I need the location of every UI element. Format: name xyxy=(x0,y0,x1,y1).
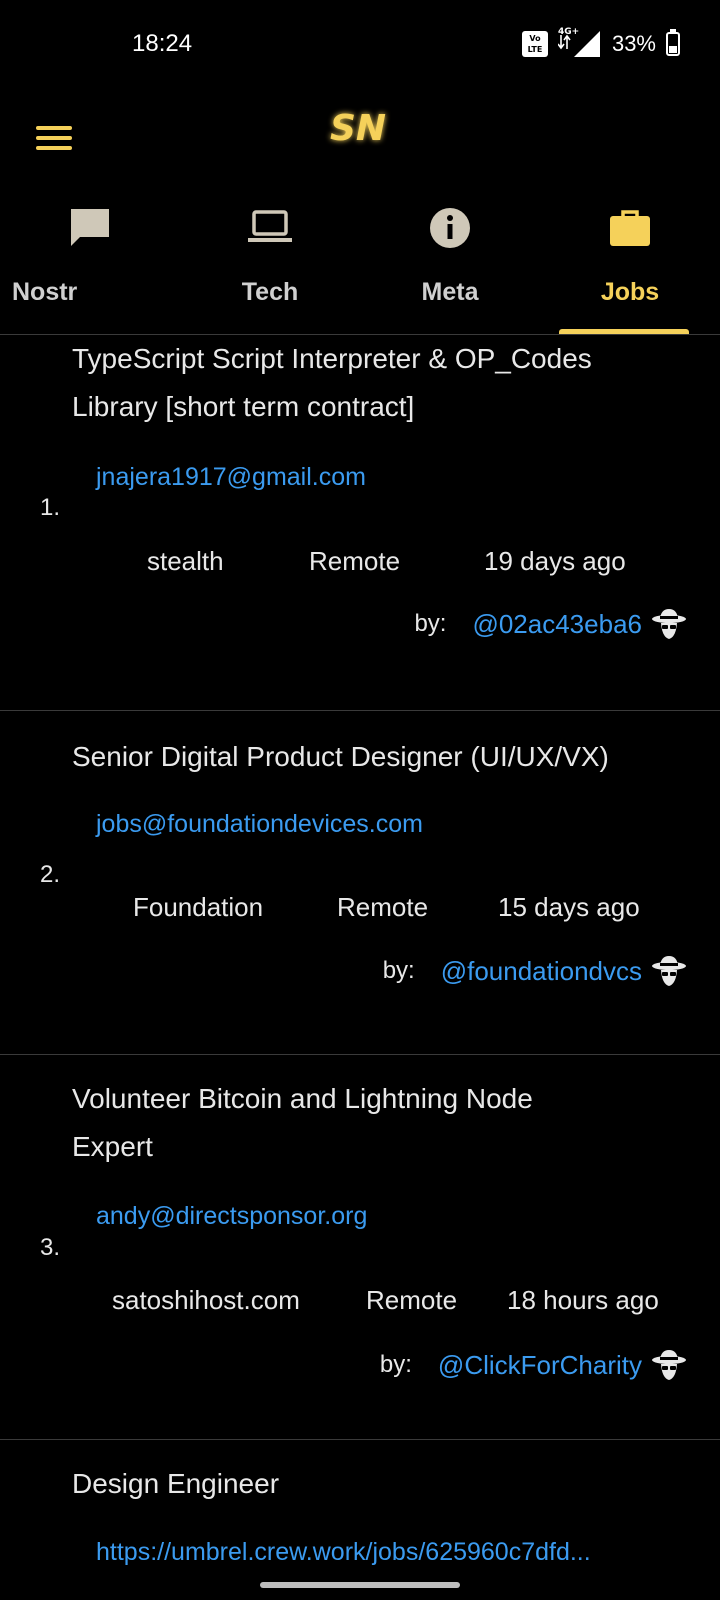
cowboy-hat-icon xyxy=(652,609,686,639)
volte-bottom-text: LTE xyxy=(527,45,543,54)
job-company: stealth xyxy=(147,546,224,576)
job-contact-link[interactable]: https://umbrel.crew.work/jobs/625960c7df… xyxy=(96,1538,591,1567)
tab-meta[interactable]: Meta xyxy=(360,196,540,334)
job-title[interactable]: Senior Digital Product Designer (UI/UX/V… xyxy=(72,733,720,781)
tab-label: Nostr xyxy=(12,278,78,306)
job-location: Remote xyxy=(309,546,401,576)
job-author-row: by: @foundationdvcs xyxy=(383,952,688,990)
job-item: 1. TypeScript Script Interpreter & OP_Co… xyxy=(0,335,720,711)
volte-top-text: Vo xyxy=(529,34,541,43)
job-location: Remote xyxy=(337,892,429,922)
job-contact-link[interactable]: jobs@foundationdevices.com xyxy=(96,810,423,839)
briefcase-icon xyxy=(610,210,650,246)
job-location: Remote xyxy=(366,1285,458,1315)
info-icon xyxy=(430,208,470,248)
job-title[interactable]: Volunteer Bitcoin and Lightning Node Exp… xyxy=(72,1075,696,1171)
stacker-news-logo[interactable]: SN xyxy=(322,96,394,156)
tab-label: Meta xyxy=(421,278,479,306)
laptop-icon xyxy=(248,210,292,242)
job-list: 1. TypeScript Script Interpreter & OP_Co… xyxy=(0,335,720,1600)
job-company: Foundation xyxy=(133,892,264,922)
tab-label: Jobs xyxy=(600,278,660,306)
battery-icon xyxy=(666,29,680,56)
author-link[interactable]: @02ac43eba6 xyxy=(472,609,642,640)
menu-button[interactable] xyxy=(36,118,76,158)
job-title-line: Senior Digital Product Designer (UI/UX/V… xyxy=(72,741,609,772)
job-title-line: Volunteer Bitcoin and Lightning Node xyxy=(72,1083,533,1114)
job-author-row: by: @02ac43eba6 xyxy=(414,605,688,643)
signal-icon: 4G+ xyxy=(557,27,602,59)
battery-level xyxy=(669,46,677,53)
job-item: 3. Volunteer Bitcoin and Lightning Node … xyxy=(0,1055,720,1440)
job-title-line: Design Engineer xyxy=(72,1468,280,1499)
status-icons: Vo LTE 4G+ 33% xyxy=(521,27,680,60)
battery-percent: 33% xyxy=(611,31,656,56)
job-age[interactable]: 15 days ago xyxy=(498,892,640,923)
job-company: satoshihost.com xyxy=(112,1285,300,1315)
menu-icon-bar xyxy=(36,136,72,140)
job-title-line: Library [short term contract] xyxy=(72,391,415,422)
logo-text: SN xyxy=(330,108,386,149)
status-bar: 18:24 Vo LTE 4G+ 33% xyxy=(0,0,720,96)
by-label: by: xyxy=(379,1351,412,1378)
job-rank: 2. xyxy=(40,861,61,888)
author-link[interactable]: @foundationdvcs xyxy=(441,956,642,987)
job-age[interactable]: 19 days ago xyxy=(484,546,626,577)
tab-label: Tech xyxy=(241,278,299,306)
tab-jobs[interactable]: Jobs xyxy=(540,196,720,334)
job-author-row: by: @ClickForCharity xyxy=(380,1346,688,1384)
job-title-line: Expert xyxy=(72,1131,153,1162)
job-item: Design Engineer https://umbrel.crew.work… xyxy=(0,1440,720,1600)
job-item: 2. Senior Digital Product Designer (UI/U… xyxy=(0,711,720,1055)
job-title[interactable]: TypeScript Script Interpreter & OP_Codes… xyxy=(72,335,696,431)
by-label: by: xyxy=(414,610,447,637)
tab-tech[interactable]: Tech xyxy=(180,196,360,334)
tab-bar: Nostr Tech Meta Jobs xyxy=(0,196,720,334)
job-title-line: TypeScript Script Interpreter & OP_Codes xyxy=(72,343,592,374)
job-title[interactable]: Design Engineer xyxy=(72,1460,696,1508)
cowboy-hat-icon xyxy=(652,1350,686,1380)
app-bar: SN xyxy=(0,96,720,196)
by-label: by: xyxy=(382,957,415,984)
tab-nostr[interactable]: Nostr xyxy=(0,196,180,334)
volte-icon: Vo LTE xyxy=(521,31,548,57)
job-contact-link[interactable]: jnajera1917@gmail.com xyxy=(96,463,366,492)
menu-icon-bar xyxy=(36,146,72,150)
network-type: 4G+ xyxy=(557,27,580,37)
job-rank: 3. xyxy=(40,1234,61,1261)
chat-bubble-icon xyxy=(71,209,109,246)
status-time: 18:24 xyxy=(132,30,193,57)
home-indicator[interactable] xyxy=(260,1582,460,1588)
cowboy-hat-icon xyxy=(652,956,686,986)
job-contact-link[interactable]: andy@directsponsor.org xyxy=(96,1202,367,1231)
author-link[interactable]: @ClickForCharity xyxy=(438,1350,642,1381)
menu-icon-bar xyxy=(36,126,72,130)
job-rank: 1. xyxy=(40,494,61,521)
job-age[interactable]: 18 hours ago xyxy=(507,1285,659,1316)
